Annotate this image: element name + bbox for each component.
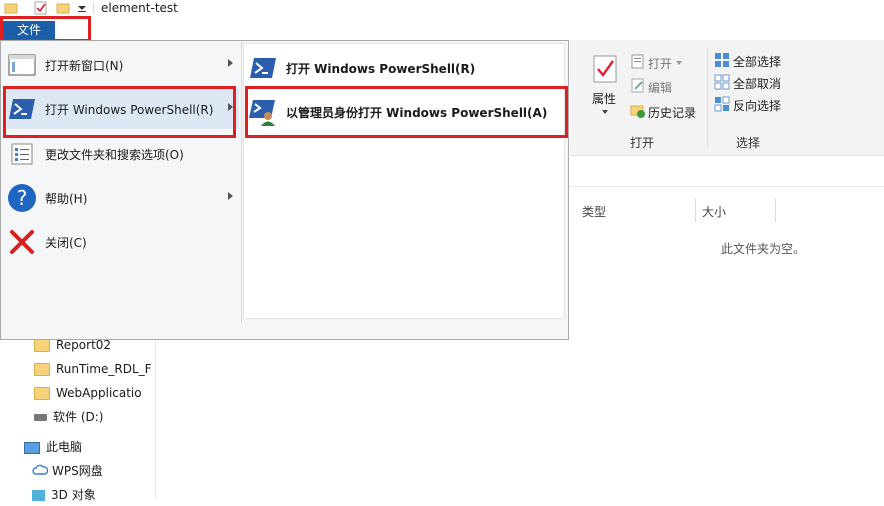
nav-item-3d-objects[interactable]: 3D 对象 [32,484,154,506]
submenu-item-open-powershell-admin[interactable]: 以管理员身份打开 Windows PowerShell(A) [248,92,560,132]
nav-item-label: 软件 (D:) [53,410,104,424]
cloud-icon [32,461,49,483]
properties-button[interactable]: 属性 [586,52,626,122]
select-none-icon [714,74,730,90]
chevron-down-icon [602,110,608,114]
select-none-label: 全部取消 [733,77,782,91]
properties-check-icon[interactable] [34,1,48,15]
select-all-icon [715,53,729,67]
powershell-admin-icon [248,97,278,127]
folder-icon [34,363,50,376]
computer-icon [24,441,40,454]
options-icon [7,139,37,169]
open-label: 打开 [648,57,673,71]
folder-icon [4,1,18,15]
menu-item-open-powershell[interactable]: 打开 Windows PowerShell(R) [7,89,239,129]
chevron-right-icon [228,59,233,67]
address-bar-area [570,160,884,187]
customize-toolbar-icon[interactable] [75,1,89,15]
close-icon [7,227,37,257]
properties-label: 属性 [592,92,617,106]
edit-icon [631,78,644,93]
submenu-item-label: 打开 Windows PowerShell(R) [286,61,476,76]
column-divider[interactable] [775,198,776,222]
new-window-icon [7,50,37,80]
menu-item-label: 打开 Windows PowerShell(R) [45,102,214,117]
nav-item-drive-d[interactable]: 软件 (D:) [34,406,154,428]
menu-item-label: 打开新窗口(N) [45,58,124,73]
edit-label: 编辑 [648,81,673,95]
select-all-button[interactable]: 全部选择 [714,52,794,70]
window-title: element-test [101,1,178,15]
nav-item-this-pc[interactable]: 此电脑 [24,436,154,458]
drive-icon [34,414,47,421]
menu-item-close[interactable]: 关闭(C) [7,222,239,262]
select-group-label: 选择 [736,136,761,150]
chevron-down-icon [676,61,682,65]
edit-button[interactable]: 编辑 [630,78,708,96]
title-bar: element-test [0,0,884,18]
nav-item-label: RunTime_RDL_F [56,362,152,376]
history-button[interactable]: 历史记录 [630,102,710,120]
nav-item-wps-cloud[interactable]: WPS网盘 [32,460,154,482]
invert-selection-icon [714,96,730,112]
open-group-label: 打开 [630,136,655,150]
chevron-right-icon [228,103,233,111]
nav-item-label: WebApplicatio [56,386,142,400]
menu-divider [241,41,242,323]
svg-text:?: ? [17,186,28,210]
divider [707,48,708,148]
powershell-icon [7,94,37,124]
select-none-button[interactable]: 全部取消 [714,74,794,92]
file-menu-items: 打开新窗口(N) 打开 Windows PowerShell(R) 更改文件夹和… [1,41,241,323]
invert-selection-button[interactable]: 反向选择 [714,96,794,114]
open-icon [631,54,644,69]
menu-item-folder-options[interactable]: 更改文件夹和搜索选项(O) [7,134,239,174]
menu-item-label: 更改文件夹和搜索选项(O) [45,147,184,162]
divider [93,2,94,14]
powershell-icon [248,53,278,83]
folder-icon [34,387,50,400]
file-tab[interactable]: 文件 [3,21,55,40]
powershell-submenu: 打开 Windows PowerShell(R) 以管理员身份打开 Window… [243,43,565,319]
menu-item-label: 帮助(H) [45,191,88,206]
file-menu-footer [1,323,568,339]
column-header-size[interactable]: 大小 [702,203,726,220]
column-divider[interactable] [695,198,696,222]
select-all-label: 全部选择 [733,55,782,69]
menu-item-new-window[interactable]: 打开新窗口(N) [7,45,239,85]
history-icon [630,105,645,118]
nav-item-label: 3D 对象 [51,488,96,502]
nav-item-webapplication[interactable]: WebApplicatio [34,382,154,404]
properties-icon [593,55,617,83]
nav-item-label: Report02 [56,338,112,352]
nav-item-label: 此电脑 [46,440,83,454]
chevron-right-icon [228,192,233,200]
empty-folder-message: 此文件夹为空。 [721,242,806,256]
navigation-pane: Report02 RunTime_RDL_F WebApplicatio 软件 … [0,338,156,502]
open-button[interactable]: 打开 [630,54,708,72]
invert-selection-label: 反向选择 [733,99,782,113]
folder-icon [34,339,50,352]
3d-objects-icon [32,490,45,501]
help-icon: ? [7,183,37,213]
nav-item-runtime-rdl[interactable]: RunTime_RDL_F [34,358,154,380]
submenu-item-open-powershell[interactable]: 打开 Windows PowerShell(R) [248,48,560,88]
menu-item-label: 关闭(C) [45,235,87,250]
new-folder-icon[interactable] [56,1,70,15]
nav-item-label: WPS网盘 [52,464,103,478]
ribbon: 属性 打开 编辑 历史记录 打开 全部选择 全部取消 反向选择 选择 [570,40,884,156]
column-header-type[interactable]: 类型 [582,203,606,220]
submenu-item-label: 以管理员身份打开 Windows PowerShell(A) [286,105,548,120]
history-label: 历史记录 [648,106,697,120]
menu-item-help[interactable]: ? 帮助(H) [7,178,239,218]
